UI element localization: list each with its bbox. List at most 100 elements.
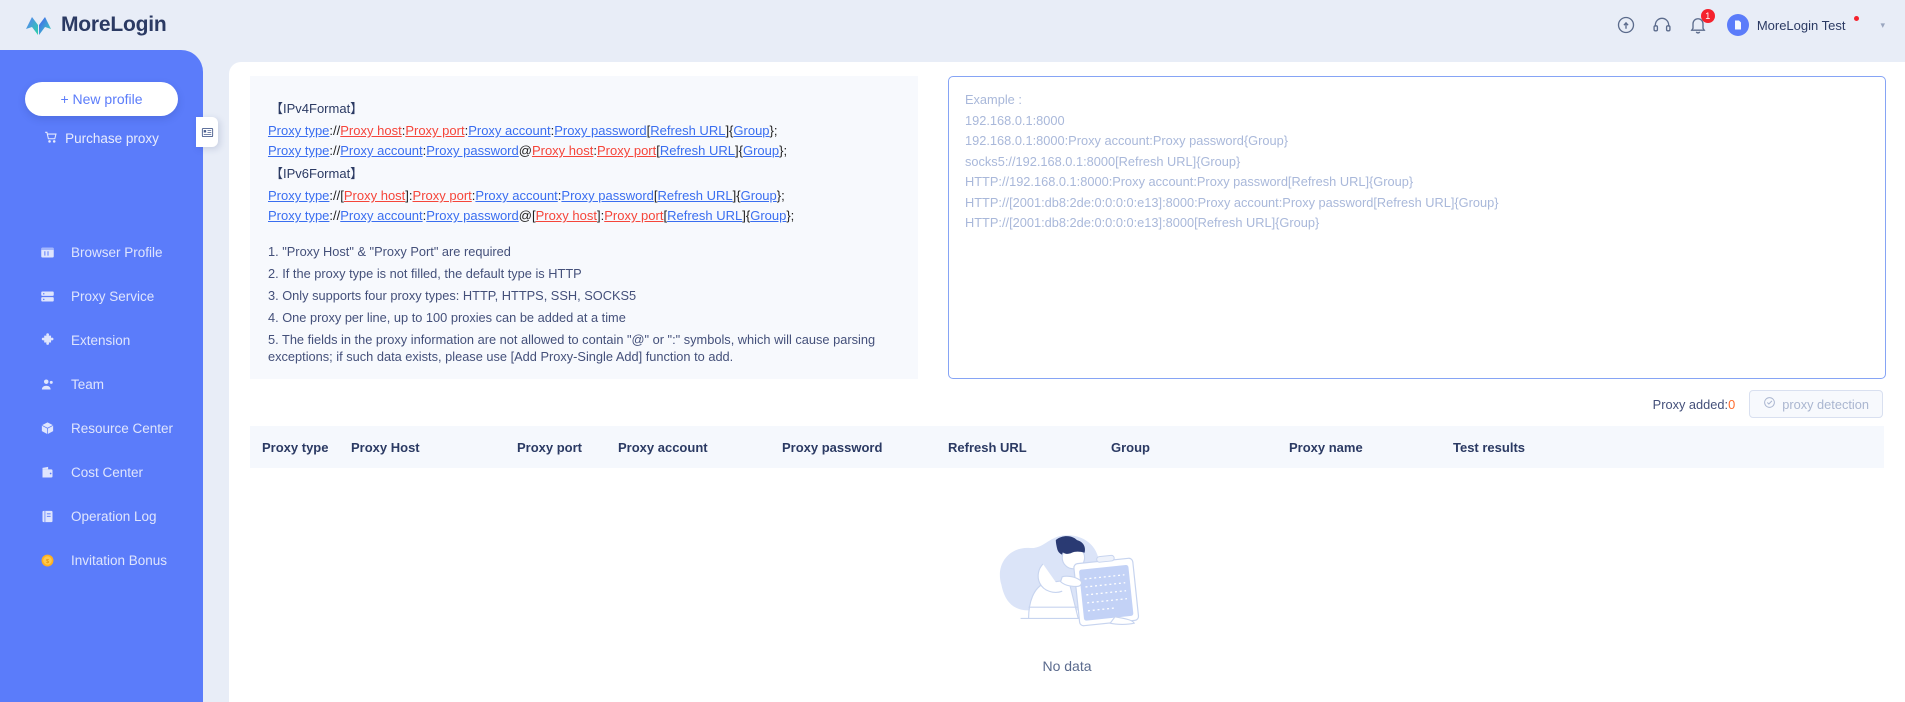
user-status-dot [1854, 15, 1860, 21]
column-header-proxy-type: Proxy type [262, 439, 329, 455]
proxy-service-icon [39, 288, 55, 304]
sidebar-nav: Browser Profile Proxy Service Extension … [0, 230, 203, 582]
proxy-results-table: Proxy type Proxy Host Proxy port Proxy a… [250, 426, 1884, 674]
format-note: 4. One proxy per line, up to 100 proxies… [268, 310, 626, 325]
token-proxy-type: Proxy type [268, 208, 330, 223]
proxy-list-input[interactable] [948, 76, 1886, 379]
notification-badge: 1 [1700, 9, 1715, 23]
token-refresh-url: Refresh URL [657, 188, 733, 203]
notification-bell-icon[interactable]: 1 [1687, 9, 1715, 36]
token-group: Group [740, 188, 777, 203]
format-note: 5. The fields in the proxy information a… [268, 332, 876, 364]
cost-center-wallet-icon [39, 464, 55, 480]
top-bar-actions: 1 MoreLogin Test ▾ [1615, 9, 1885, 36]
sidebar-item-label: Extension [71, 332, 131, 348]
empty-state-text: No data [1042, 658, 1092, 674]
new-profile-button[interactable]: + New profile [25, 82, 178, 116]
proxy-detection-label: proxy detection [1782, 396, 1869, 412]
format-notes-list: 1. "Proxy Host" & "Proxy Port" are requi… [268, 243, 900, 365]
sidebar-collapse-toggle[interactable] [196, 117, 218, 147]
sidebar-item-extension[interactable]: Extension [0, 318, 203, 362]
token-proxy-host: Proxy host [343, 188, 406, 203]
token-proxy-account: Proxy account [468, 123, 551, 138]
format-note: 3. Only supports four proxy types: HTTP,… [268, 288, 637, 303]
ipv6-format-title: 【IPv6Format】 [270, 166, 364, 181]
morelogin-logo-icon [25, 14, 52, 36]
ipv6-format-line-1: Proxy type://[Proxy host]:Proxy port:Pro… [268, 188, 785, 203]
token-proxy-port: Proxy port [597, 143, 657, 158]
column-header-proxy-account: Proxy account [618, 439, 708, 455]
token-proxy-password: Proxy password [426, 208, 519, 223]
app-logo[interactable]: MoreLogin [25, 13, 167, 37]
purchase-proxy-link[interactable]: Purchase proxy [0, 130, 203, 147]
sidebar-item-resource-center[interactable]: Resource Center [0, 406, 203, 450]
column-header-group: Group [1111, 439, 1150, 455]
ipv6-format-line-2: Proxy type://Proxy account:Proxy passwor… [268, 208, 795, 223]
sidebar-item-browser-profile[interactable]: Browser Profile [0, 230, 203, 274]
column-header-test-results: Test results [1453, 439, 1526, 455]
help-icon[interactable] [1615, 14, 1637, 36]
token-proxy-account: Proxy account [475, 188, 558, 203]
token-proxy-host: Proxy host [535, 208, 597, 223]
sidebar-item-label: Cost Center [71, 464, 144, 480]
sidebar-item-label: Team [71, 376, 105, 392]
invitation-bonus-coin-icon: $ [39, 552, 55, 568]
token-proxy-password: Proxy password [426, 143, 519, 158]
empty-state: No data [250, 516, 1884, 674]
ipv4-format-line-2: Proxy type://Proxy account:Proxy passwor… [268, 143, 788, 158]
no-data-illustration [979, 516, 1155, 644]
sidebar-item-label: Operation Log [71, 508, 157, 524]
user-menu[interactable]: MoreLogin Test ▾ [1726, 14, 1885, 36]
sidebar-item-cost-center[interactable]: Cost Center [0, 450, 203, 494]
ipv4-format-title: 【IPv4Format】 [270, 101, 364, 116]
proxy-added-count: Proxy added:0 [1653, 397, 1736, 412]
token-group: Group [742, 143, 780, 158]
sidebar-item-label: Browser Profile [71, 244, 163, 260]
token-group: Group [733, 123, 770, 138]
proxy-added-value: 0 [1728, 396, 1736, 412]
token-proxy-port: Proxy port [604, 208, 664, 223]
token-proxy-port: Proxy port [412, 188, 472, 203]
token-proxy-account: Proxy account [340, 143, 423, 158]
column-header-proxy-name: Proxy name [1289, 439, 1363, 455]
format-note: 2. If the proxy type is not filled, the … [268, 266, 582, 281]
token-proxy-account: Proxy account [340, 208, 423, 223]
avatar [1726, 14, 1749, 36]
operation-log-book-icon [39, 508, 55, 524]
column-header-proxy-port: Proxy port [517, 439, 583, 455]
token-refresh-url: Refresh URL [659, 143, 736, 158]
sidebar: + New profile Purchase proxy Browser Pro… [0, 50, 203, 702]
token-proxy-password: Proxy password [561, 188, 654, 203]
brand-name: MoreLogin [61, 13, 167, 36]
token-proxy-port: Proxy port [405, 123, 465, 138]
proxy-detection-button[interactable]: proxy detection [1749, 390, 1883, 418]
token-proxy-type: Proxy type [268, 188, 330, 203]
browser-profile-icon [39, 244, 55, 260]
table-header-row: Proxy type Proxy Host Proxy port Proxy a… [250, 426, 1884, 468]
sidebar-item-proxy-service[interactable]: Proxy Service [0, 274, 203, 318]
token-proxy-password: Proxy password [554, 123, 647, 138]
proxy-format-help-panel: 【IPv4Format】 Proxy type://Proxy host:Pro… [250, 76, 918, 379]
purchase-proxy-label: Purchase proxy [65, 131, 159, 146]
token-refresh-url: Refresh URL [667, 208, 743, 223]
ipv4-format-line-1: Proxy type://Proxy host:Proxy port:Proxy… [268, 123, 778, 138]
chevron-down-icon[interactable]: ▾ [1880, 20, 1885, 31]
format-note: 1. "Proxy Host" & "Proxy Port" are requi… [268, 244, 511, 259]
token-refresh-url: Refresh URL [650, 123, 726, 138]
proxy-added-label: Proxy added: [1652, 396, 1729, 412]
headset-support-icon[interactable] [1651, 14, 1673, 36]
sidebar-item-label: Resource Center [71, 420, 174, 436]
top-bar: MoreLogin 1 MoreLogin Test ▾ [0, 0, 1905, 50]
sidebar-item-team[interactable]: Team [0, 362, 203, 406]
sidebar-item-label: Proxy Service [71, 288, 155, 304]
column-header-refresh-url: Refresh URL [948, 439, 1027, 455]
column-header-proxy-password: Proxy password [782, 439, 883, 455]
sidebar-item-operation-log[interactable]: Operation Log [0, 494, 203, 538]
detection-check-icon [1763, 396, 1776, 412]
main-content-card: 【IPv4Format】 Proxy type://Proxy host:Pro… [229, 62, 1905, 702]
team-user-icon [39, 376, 55, 392]
sidebar-item-invitation-bonus[interactable]: $ Invitation Bonus [0, 538, 203, 582]
token-proxy-host: Proxy host [340, 123, 402, 138]
cart-icon [44, 130, 58, 147]
token-group: Group [750, 208, 787, 223]
